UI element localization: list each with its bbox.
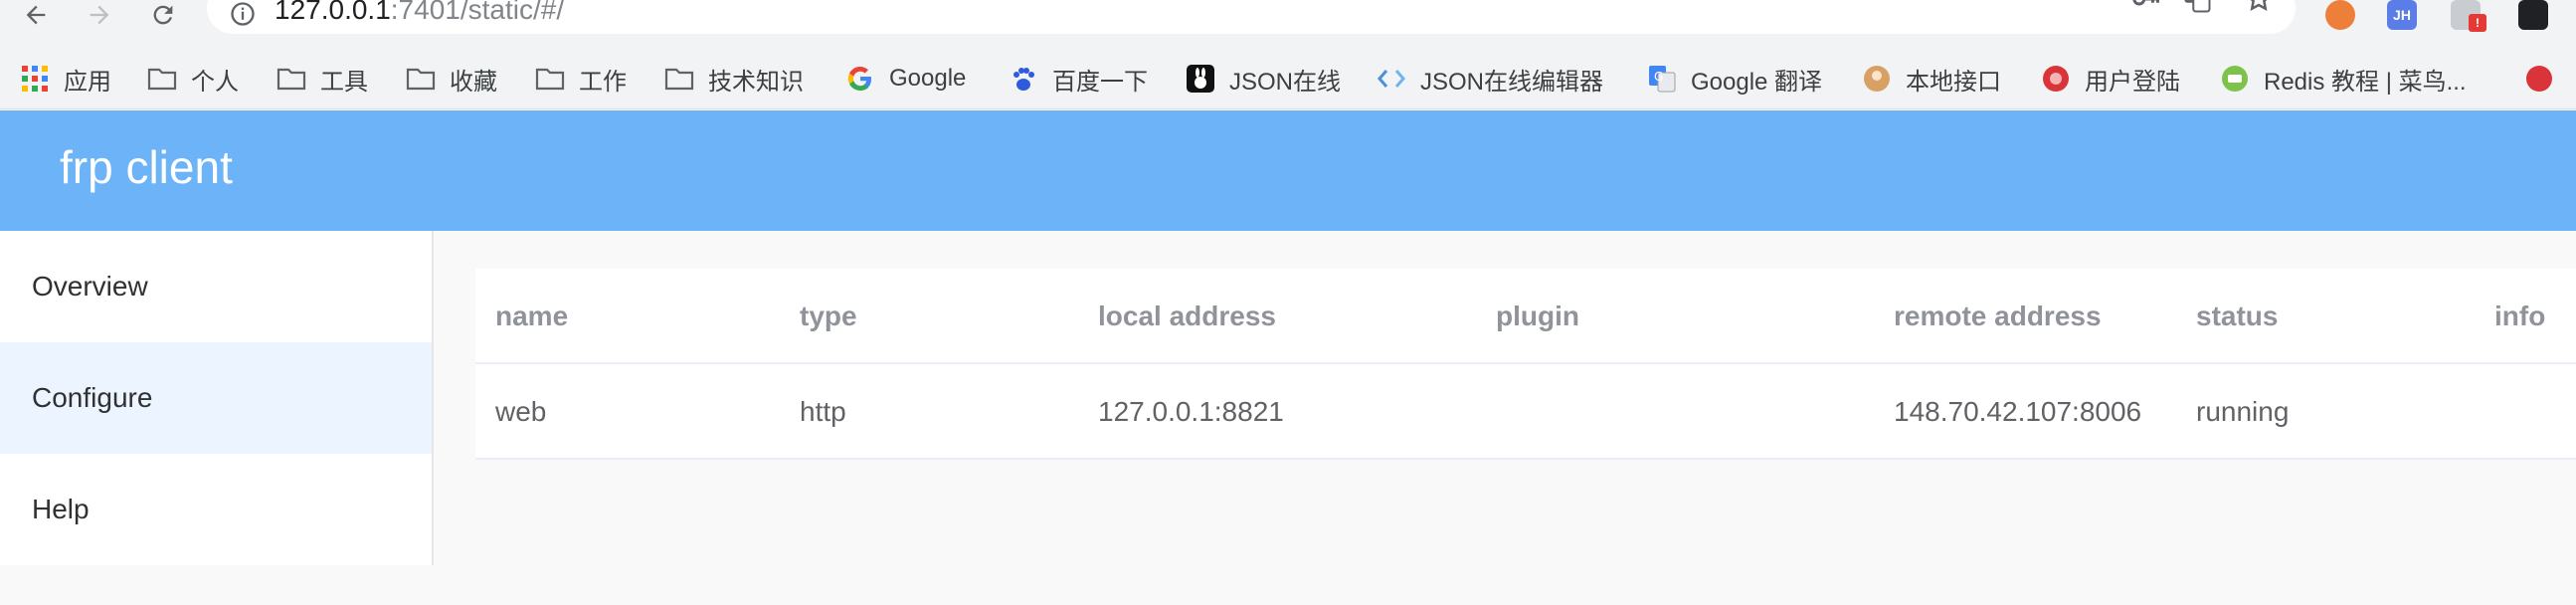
bookmark-folder-personal[interactable]: 个人	[147, 48, 239, 109]
folder-icon	[664, 64, 694, 94]
reload-button[interactable]	[143, 0, 183, 30]
bookmark-folder-tech[interactable]: 技术知识	[664, 48, 804, 109]
back-button[interactable]	[16, 0, 56, 30]
google-translate-icon: G	[1647, 64, 1677, 94]
table-row[interactable]: web http 127.0.0.1:8821 148.70.42.107:80…	[475, 364, 2576, 460]
reload-icon	[153, 5, 173, 25]
app-header: frp client	[0, 110, 2576, 231]
column-header-name[interactable]: name	[495, 269, 568, 364]
folder-icon	[276, 64, 306, 94]
menu-item-help[interactable]: Help	[0, 454, 432, 565]
extension-jh-icon[interactable]: JH	[2387, 0, 2417, 30]
column-header-plugin[interactable]: plugin	[1496, 269, 1579, 364]
table-header-row: name type local address plugin remote ad…	[475, 269, 2576, 364]
column-header-status[interactable]: status	[2196, 269, 2278, 364]
extension-lifebuoy-icon[interactable]	[2325, 0, 2355, 30]
bookmark-json-editor[interactable]: JSON在线编辑器	[1377, 48, 1603, 109]
browser-toolbar: 127.0.0.1:7401/static/#/ JH !	[0, 0, 2576, 48]
baidu-paw-icon	[1009, 64, 1038, 94]
proxy-table: name type local address plugin remote ad…	[475, 269, 2576, 460]
address-bar[interactable]: 127.0.0.1:7401/static/#/	[207, 0, 2296, 34]
column-header-info[interactable]: info	[2494, 269, 2545, 364]
cell-remote-address: 148.70.42.107:8006	[1894, 396, 2142, 427]
bookmark-overflow[interactable]	[2524, 48, 2568, 109]
runoob-icon	[2220, 64, 2250, 94]
cell-status: running	[2196, 396, 2290, 427]
svg-text:G: G	[1654, 70, 1663, 84]
bookmark-user-login[interactable]: 用户登陆	[2041, 48, 2180, 109]
bookmark-redis-tutorial[interactable]: Redis 教程 | 菜鸟...	[2220, 48, 2467, 109]
bookmark-folder-work[interactable]: 工作	[535, 48, 627, 109]
rabbit-icon	[1186, 64, 1215, 94]
circle-avatar-icon	[1862, 64, 1892, 94]
folder-icon	[406, 64, 436, 94]
url-text[interactable]: 127.0.0.1:7401/static/#/	[275, 0, 564, 26]
bookmark-json-online[interactable]: JSON在线	[1186, 48, 1341, 109]
cell-type: http	[800, 396, 846, 427]
code-brackets-icon	[1377, 64, 1406, 94]
bookmark-star-icon[interactable]	[2242, 0, 2276, 16]
cell-name: web	[495, 396, 547, 427]
bookmark-local-api[interactable]: 本地接口	[1862, 48, 2001, 109]
folder-icon	[147, 64, 177, 94]
menu-item-configure[interactable]: Configure	[0, 342, 432, 454]
forward-arrow-icon	[90, 5, 109, 25]
folder-icon	[535, 64, 565, 94]
column-header-remote-address[interactable]: remote address	[1894, 269, 2102, 364]
bookmark-folder-favorites[interactable]: 收藏	[406, 48, 497, 109]
bookmark-google[interactable]: Google	[845, 48, 966, 109]
forward-button[interactable]	[80, 0, 119, 30]
site-info-icon[interactable]	[229, 0, 257, 28]
apps-grid-icon	[20, 64, 50, 94]
bookmark-apps[interactable]: 应用	[20, 48, 111, 109]
red-circle-icon	[2041, 64, 2071, 94]
app-title: frp client	[60, 141, 233, 193]
translate-icon[interactable]	[2180, 0, 2214, 16]
password-key-icon[interactable]	[2128, 0, 2162, 16]
alert-badge: !	[2469, 14, 2486, 32]
bookmark-folder-tools[interactable]: 工具	[276, 48, 368, 109]
column-header-type[interactable]: type	[800, 269, 857, 364]
bookmark-baidu[interactable]: 百度一下	[1009, 48, 1148, 109]
main-content: name type local address plugin remote ad…	[434, 231, 2576, 605]
back-arrow-icon	[26, 5, 46, 25]
cell-local-address: 127.0.0.1:8821	[1098, 396, 1284, 427]
red-circle-icon	[2524, 64, 2554, 94]
bookmarks-bar: 应用 个人 工具 收藏 工作 技术知识 Google 百度一下 JSON在线 J…	[0, 48, 2576, 109]
extension-mask-icon[interactable]	[2518, 0, 2548, 30]
menu-item-overview[interactable]: Overview	[0, 231, 432, 342]
bookmark-google-translate[interactable]: G Google 翻译	[1647, 48, 1822, 109]
column-header-local-address[interactable]: local address	[1098, 269, 1276, 364]
sidebar-menu: Overview Configure Help	[0, 231, 434, 565]
extension-puzzle-icon[interactable]: !	[2451, 0, 2486, 32]
google-icon	[845, 64, 875, 94]
